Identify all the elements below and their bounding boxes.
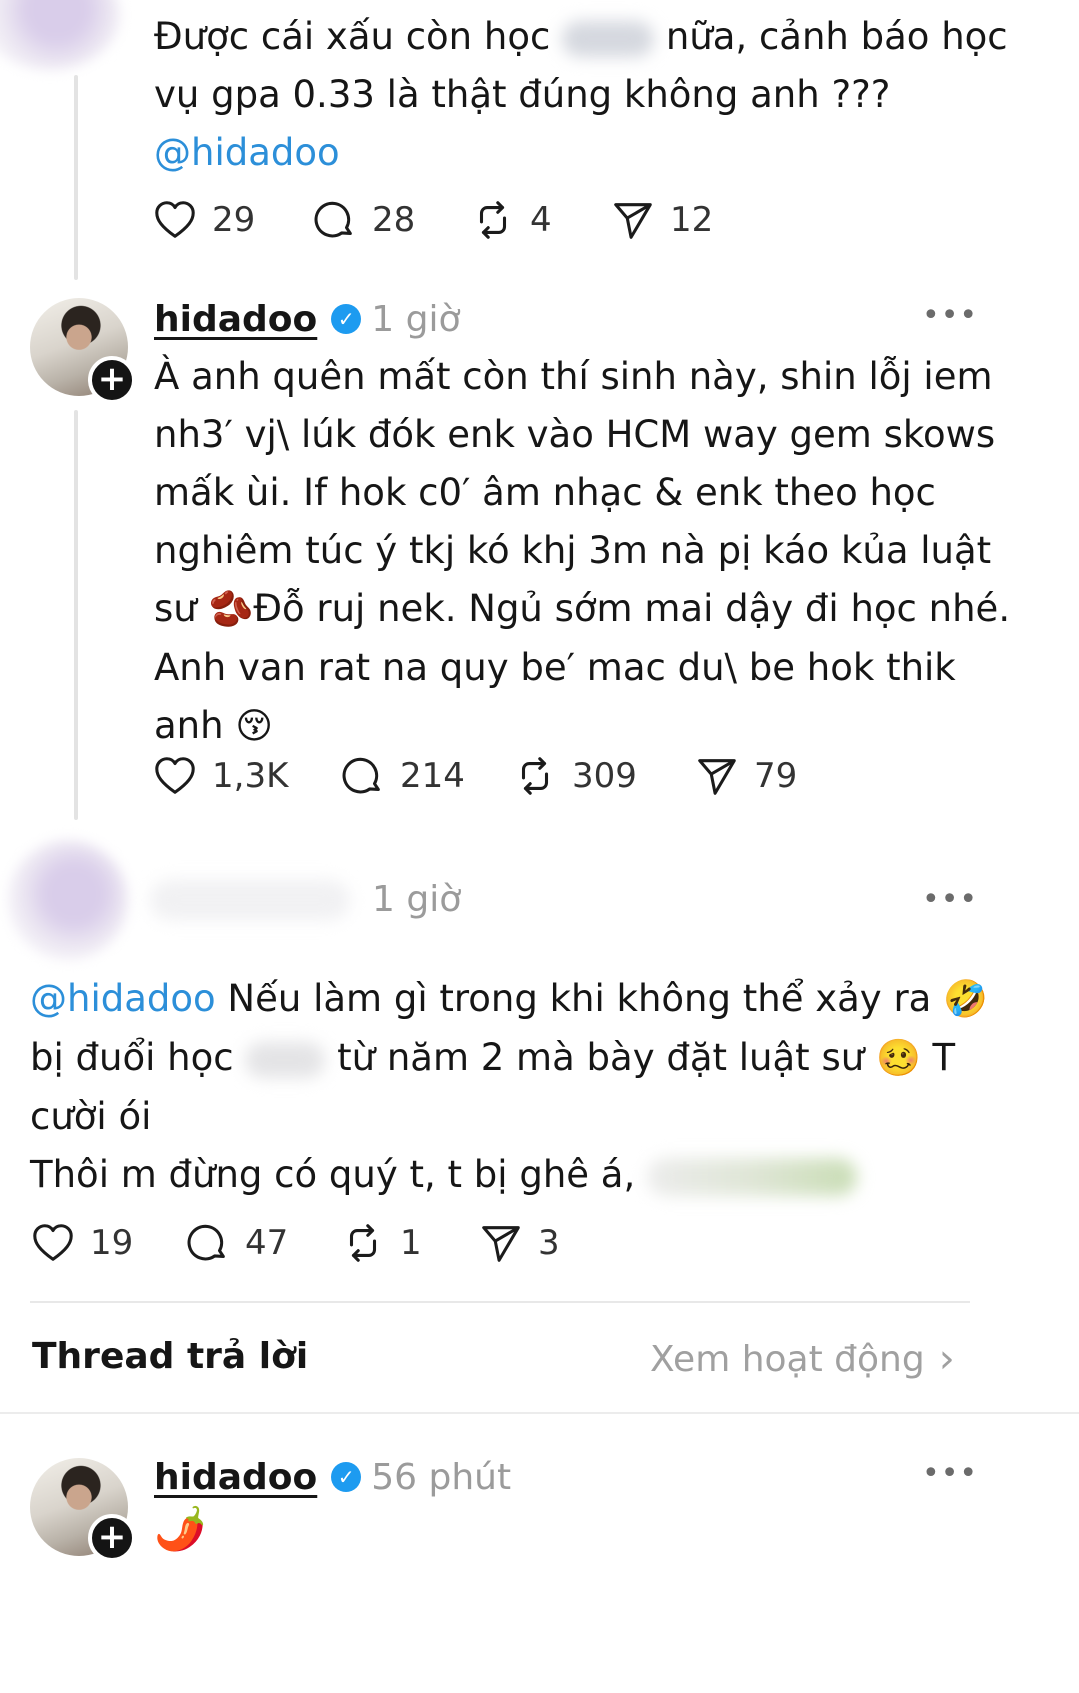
like-count: 1,3K: [212, 756, 289, 796]
beans-emoji: 🫘: [208, 589, 254, 630]
share-button[interactable]: 12: [610, 197, 713, 243]
text-line: anh 😚: [154, 704, 273, 747]
text-line: À anh quên mất còn thí sinh này, shin lỗ…: [154, 355, 993, 398]
text-line: mấk ùi. If hok c0′ âm nhạc & enk theo họ…: [154, 471, 936, 514]
kissing-emoji: 😚: [235, 706, 273, 747]
repost-icon: [479, 201, 507, 239]
verified-badge-icon: ✓: [331, 1462, 362, 1492]
comment-button[interactable]: 28: [312, 197, 415, 243]
share-count: 12: [670, 200, 714, 240]
comment-count: 214: [400, 756, 465, 796]
like-button[interactable]: 1,3K: [152, 753, 288, 799]
more-options-icon[interactable]: •••: [922, 298, 978, 333]
text-line: bị đuổi học từ năm 2 mà bày đặt luật sư …: [30, 1036, 956, 1079]
comment-button[interactable]: 47: [185, 1220, 288, 1266]
repost-count: 4: [530, 200, 552, 240]
repost-button[interactable]: 309: [512, 753, 637, 799]
comment-count: 28: [372, 200, 416, 240]
censored-patch: [245, 1041, 326, 1078]
comment-icon: [342, 757, 380, 794]
thread-line: [74, 75, 78, 280]
text-line: Anh van rat na quy be′ mac du\ be hok th…: [154, 646, 956, 689]
rofl-emoji: 🤣: [943, 979, 988, 1020]
send-icon: [698, 759, 736, 795]
text-line: Thôi m đừng có quý t, t bị ghê á,: [30, 1146, 1050, 1204]
view-activity-link[interactable]: Xem hoạt động ›: [650, 1336, 955, 1382]
post-text: @hidadoo Nếu làm gì trong khi không thể …: [30, 970, 1050, 1204]
thread-line: [74, 410, 78, 820]
repost-count: 309: [572, 756, 637, 796]
woozy-emoji: 🥴: [875, 1038, 921, 1079]
mention-link[interactable]: @hidadoo: [30, 977, 216, 1020]
more-options-icon[interactable]: •••: [922, 882, 978, 917]
send-icon: [614, 203, 652, 239]
chili-pepper-emoji: 🌶️: [154, 1504, 207, 1553]
verified-badge-icon: ✓: [331, 304, 362, 334]
divider: [0, 1412, 1079, 1414]
post-time: 1 giờ: [371, 298, 461, 340]
like-button[interactable]: 19: [30, 1220, 133, 1266]
username-link[interactable]: hidadoo: [154, 299, 317, 340]
like-count: 19: [90, 1223, 134, 1263]
post-time: 1 giờ: [372, 879, 462, 920]
mention-link[interactable]: @hidadoo: [154, 131, 340, 174]
repost-icon: [521, 757, 549, 795]
heart-icon: [155, 201, 195, 238]
send-icon: [482, 1226, 520, 1262]
share-button[interactable]: 3: [478, 1220, 560, 1266]
avatar-blurred[interactable]: [8, 840, 128, 960]
post-time: 56 phút: [371, 1456, 512, 1498]
share-count: 79: [754, 756, 798, 796]
comment-button[interactable]: 214: [340, 753, 465, 799]
text-line: sư 🫘Đỗ ruj nek. Ngủ sớm mai dậy đi học n…: [154, 587, 1011, 630]
like-button[interactable]: 29: [152, 197, 255, 243]
text-line: nghiêm túc ý tkj kó khj 3m nà pị káo kủa…: [154, 529, 992, 572]
heart-icon: [33, 1224, 73, 1261]
section-title: Thread trả lời: [32, 1336, 309, 1377]
share-count: 3: [538, 1223, 560, 1263]
repost-button[interactable]: 1: [340, 1220, 422, 1266]
follow-plus-icon[interactable]: +: [88, 1514, 136, 1562]
like-count: 29: [212, 200, 256, 240]
post-header: hidadoo ✓ 56 phút: [154, 1452, 511, 1502]
repost-button[interactable]: 4: [470, 197, 552, 243]
avatar-blurred[interactable]: [0, 0, 120, 70]
share-button[interactable]: 79: [694, 753, 797, 799]
comment-icon: [187, 1224, 225, 1261]
censored-patch: [647, 1157, 857, 1196]
chevron-right-icon: ›: [938, 1336, 955, 1382]
more-options-icon[interactable]: •••: [922, 1456, 978, 1491]
username-link[interactable]: hidadoo: [154, 1457, 317, 1498]
post-text: À anh quên mất còn thí sinh này, shin lỗ…: [154, 348, 1054, 756]
text-line: nh3′ vj\ lúk đók enk vào HCM way gem sko…: [154, 413, 996, 456]
censored-patch: [562, 20, 655, 57]
post-header: hidadoo ✓ 1 giờ: [154, 294, 461, 344]
username-blurred: [150, 880, 350, 920]
post-text: Được cái xấu còn học nữa, cảnh báo học v…: [154, 15, 1008, 174]
repost-icon: [349, 1224, 377, 1262]
heart-icon: [155, 757, 195, 794]
view-activity-label: Xem hoạt động: [650, 1338, 925, 1380]
repost-count: 1: [400, 1223, 422, 1263]
comment-count: 47: [245, 1223, 289, 1263]
text-line: cười ói: [30, 1095, 152, 1138]
text-line: @hidadoo Nếu làm gì trong khi không thể …: [30, 977, 988, 1020]
post-text: 🌶️: [154, 1500, 206, 1560]
comment-icon: [314, 201, 352, 238]
divider: [30, 1301, 970, 1303]
follow-plus-icon[interactable]: +: [88, 356, 136, 404]
